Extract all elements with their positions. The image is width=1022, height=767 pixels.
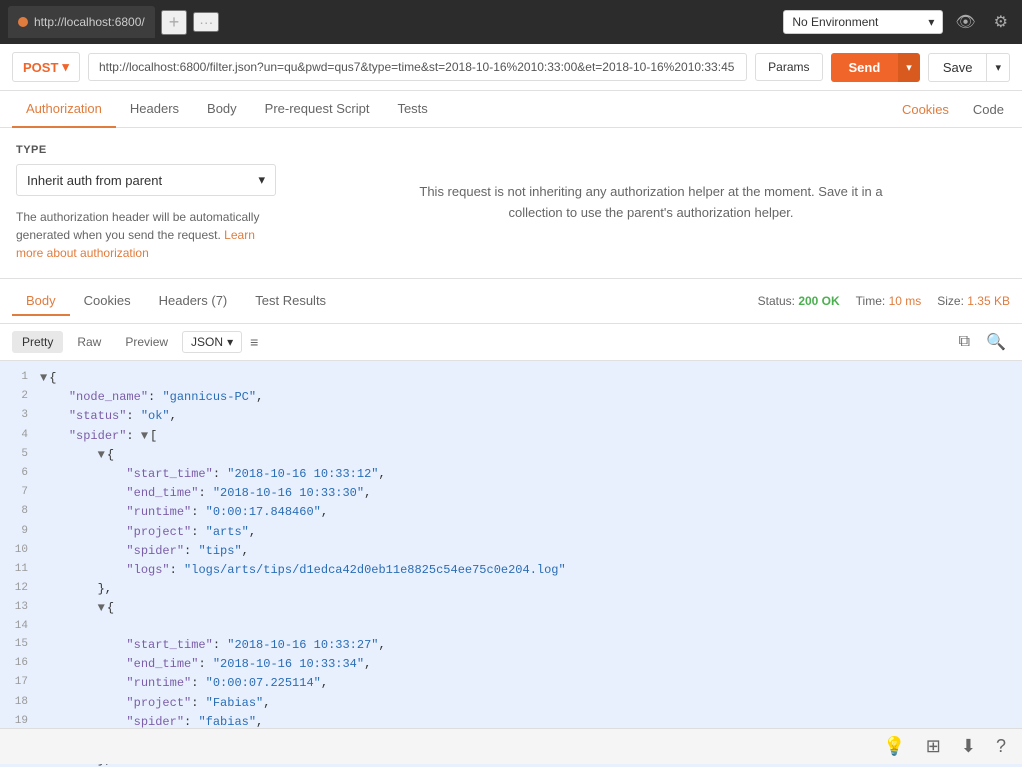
more-tabs-button[interactable]: ··· [193,12,219,32]
code-line: 4 "spider": ▼[ [0,427,1022,446]
code-line: 3 "status": "ok", [0,407,1022,426]
method-chevron-icon: ▾ [62,59,69,75]
tab-authorization[interactable]: Authorization [12,91,116,128]
response-tabs: Body Cookies Headers (7) Test Results [12,287,340,315]
code-line: 13 ▼{ [0,599,1022,618]
code-line: 18 "project": "Fabias", [0,694,1022,713]
help-icon[interactable]: ? [992,732,1010,761]
format-bar: Pretty Raw Preview JSON ▾ ≡ ⧉ 🔍 [0,324,1022,361]
cookies-link[interactable]: Cookies [896,92,955,127]
time-value: 10 ms [889,294,922,308]
chevron-down-icon: ▾ [928,15,934,29]
tab-dot [18,17,28,27]
method-label: POST [23,60,58,75]
collapse-icon[interactable]: ▼ [98,448,105,462]
auth-note: The authorization header will be automat… [16,208,276,262]
size-value: 1.35 KB [967,294,1010,308]
status-value: 200 OK [798,294,839,308]
collapse-icon[interactable]: ▼ [98,601,105,615]
resp-tab-test-results[interactable]: Test Results [241,287,340,316]
tab-pre-request-script[interactable]: Pre-request Script [251,91,384,128]
eye-icon: 👁 [955,14,975,31]
code-line: 9 "project": "arts", [0,523,1022,542]
code-line: 15 "start_time": "2018-10-16 10:33:27", [0,636,1022,655]
fmt-tab-preview[interactable]: Preview [115,331,178,353]
search-button[interactable]: 🔍 [982,330,1010,354]
copy-button[interactable]: ⧉ [955,330,974,354]
code-line: 8 "runtime": "0:00:17.848460", [0,503,1022,522]
code-line: 17 "runtime": "0:00:07.225114", [0,674,1022,693]
size-label: Size: 1.35 KB [937,294,1010,308]
environment-selector[interactable]: No Environment ▾ [783,10,943,34]
request-tab-right-links: Cookies Code [896,92,1010,127]
code-line: 10 "spider": "tips", [0,542,1022,561]
download-icon[interactable]: ⬇ [957,732,980,761]
code-line: 7 "end_time": "2018-10-16 10:33:30", [0,484,1022,503]
auth-info-text: This request is not inheriting any autho… [401,182,901,224]
auth-type-select[interactable]: Inherit auth from parent ▾ [16,164,276,196]
bottom-bar: 💡 ⊞ ⬇ ? [0,728,1022,764]
params-button[interactable]: Params [755,53,822,81]
lightbulb-icon[interactable]: 💡 [879,732,909,761]
code-line: 12 }, [0,580,1022,599]
save-dropdown-button[interactable]: ▾ [987,53,1010,82]
fmt-tab-raw[interactable]: Raw [67,331,111,353]
response-status-bar: Status: 200 OK Time: 10 ms Size: 1.35 KB [758,294,1010,308]
type-label: TYPE [16,144,276,156]
env-label: No Environment [792,15,878,29]
collapse-icon[interactable]: ▼ [40,371,47,385]
auth-select-chevron-icon: ▾ [258,172,265,188]
method-button[interactable]: POST ▾ [12,52,80,82]
fmt-tab-pretty[interactable]: Pretty [12,331,63,353]
tab-headers[interactable]: Headers [116,91,193,128]
code-line: 6 "start_time": "2018-10-16 10:33:12", [0,465,1022,484]
code-link[interactable]: Code [967,92,1010,127]
time-label: Time: 10 ms [856,294,922,308]
wrap-icon[interactable]: ≡ [250,334,258,350]
add-tab-button[interactable]: + [161,10,188,35]
url-input[interactable] [88,53,747,81]
send-button[interactable]: Send [831,53,899,82]
code-line: 16 "end_time": "2018-10-16 10:33:34", [0,655,1022,674]
format-right-actions: ⧉ 🔍 [955,330,1010,354]
resp-tab-cookies[interactable]: Cookies [70,287,145,316]
code-line: 14 [0,618,1022,636]
grid-icon[interactable]: ⊞ [922,732,945,761]
format-type-chevron-icon: ▾ [227,335,233,349]
send-dropdown-button[interactable]: ▾ [898,53,920,82]
auth-left-panel: TYPE Inherit auth from parent ▾ The auth… [16,144,296,262]
status-label: Status: 200 OK [758,294,840,308]
format-type-select[interactable]: JSON ▾ [182,331,242,353]
code-line: 11 "logs": "logs/arts/tips/d1edca42d0eb1… [0,561,1022,580]
gear-icon-button[interactable]: ⚙ [988,8,1014,36]
code-line: 1 ▼{ [0,369,1022,388]
response-tabs-bar: Body Cookies Headers (7) Test Results St… [0,279,1022,324]
code-view[interactable]: 1 ▼{ 2 "node_name": "gannicus-PC", 3 "st… [0,361,1022,767]
resp-tab-headers[interactable]: Headers (7) [145,287,242,316]
auth-select-value: Inherit auth from parent [27,173,162,188]
eye-icon-button[interactable]: 👁 [949,8,981,36]
save-button-group: Save ▾ [928,53,1010,82]
resp-tab-body[interactable]: Body [12,287,70,316]
auth-right-panel: This request is not inheriting any autho… [296,144,1006,262]
top-bar: http://localhost:6800/ + ··· No Environm… [0,0,1022,44]
save-button[interactable]: Save [928,53,988,82]
active-tab[interactable]: http://localhost:6800/ [8,6,155,38]
send-button-group: Send ▾ [831,53,920,82]
code-line: 2 "node_name": "gannicus-PC", [0,388,1022,407]
request-tabs: Authorization Headers Body Pre-request S… [0,91,1022,128]
code-line: 5 ▼{ [0,446,1022,465]
tab-url-text: http://localhost:6800/ [34,15,145,29]
gear-icon: ⚙ [994,14,1008,31]
tab-tests[interactable]: Tests [383,91,441,128]
collapse-icon[interactable]: ▼ [141,429,148,443]
auth-panel: TYPE Inherit auth from parent ▾ The auth… [0,128,1022,279]
tab-body[interactable]: Body [193,91,251,128]
request-bar: POST ▾ Params Send ▾ Save ▾ [0,44,1022,91]
format-type-label: JSON [191,335,223,349]
